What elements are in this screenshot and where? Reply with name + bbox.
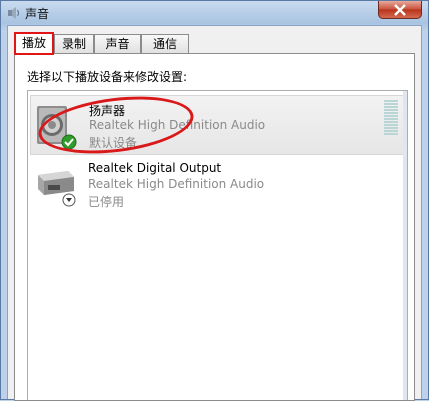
window-title: 声音 bbox=[25, 7, 50, 21]
device-item-digital-output[interactable]: Realtek Digital Output Realtek High Defi… bbox=[30, 155, 405, 215]
close-icon bbox=[394, 4, 406, 16]
device-name: 扬声器 bbox=[89, 104, 126, 118]
list-scroll-edge bbox=[403, 91, 407, 400]
device-driver: Realtek High Definition Audio bbox=[89, 118, 266, 132]
dialog-client-area: 播放 录制 声音 通信 选择以下播放设备来修改设置: 扬声器 Realtek H… bbox=[7, 25, 422, 401]
default-check-icon bbox=[61, 134, 77, 153]
device-status: 已停用 bbox=[88, 195, 125, 209]
sound-app-icon bbox=[5, 5, 21, 21]
tab-communications[interactable]: 通信 bbox=[141, 34, 189, 53]
volume-level-meter bbox=[384, 100, 398, 136]
device-item-speakers[interactable]: 扬声器 Realtek High Definition Audio 默认设备 bbox=[30, 95, 405, 155]
title-bar[interactable]: 声音 bbox=[1, 1, 428, 25]
device-list[interactable]: 扬声器 Realtek High Definition Audio 默认设备 R… bbox=[27, 90, 408, 400]
disabled-down-arrow-icon bbox=[62, 193, 76, 210]
close-button[interactable] bbox=[378, 1, 422, 19]
device-driver: Realtek High Definition Audio bbox=[88, 177, 265, 191]
tab-sounds[interactable]: 声音 bbox=[94, 34, 141, 53]
device-status: 默认设备 bbox=[89, 136, 138, 150]
device-name: Realtek Digital Output bbox=[88, 161, 222, 175]
playback-panel: 选择以下播放设备来修改设置: 扬声器 Realtek High Definiti… bbox=[14, 53, 415, 401]
tab-recording[interactable]: 录制 bbox=[54, 34, 94, 53]
tab-playback[interactable]: 播放 bbox=[14, 32, 54, 55]
instruction-text: 选择以下播放设备来修改设置: bbox=[27, 70, 188, 84]
sound-dialog-window: 声音 播放 录制 声音 通信 选择以下播放设备来修改设置: 扬声器 Realte… bbox=[0, 0, 429, 401]
